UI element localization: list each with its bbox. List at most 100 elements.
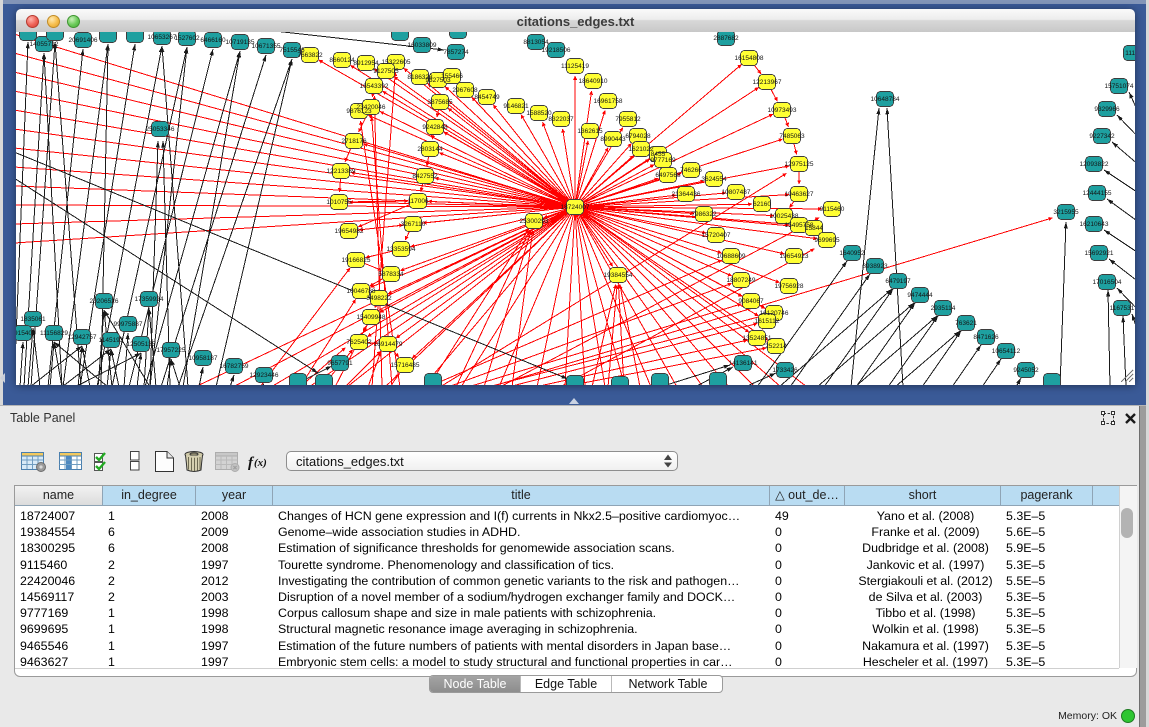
svg-text:17957225: 17957225 [157, 347, 186, 354]
svg-text:8427552: 8427552 [412, 173, 438, 180]
svg-text:20691406: 20691406 [69, 37, 98, 44]
svg-text:9777169: 9777169 [650, 157, 676, 164]
svg-text:10671355: 10671355 [252, 43, 281, 50]
svg-text:2935114: 2935114 [931, 305, 956, 312]
svg-text:10719135: 10719135 [226, 39, 255, 46]
svg-text:15409948: 15409948 [357, 314, 386, 321]
svg-text:15322605: 15322605 [382, 59, 411, 66]
svg-text:3875685: 3875685 [427, 99, 453, 106]
svg-text:10654112: 10654112 [992, 348, 1021, 355]
svg-text:12923446: 12923446 [250, 372, 279, 379]
svg-text:1615112: 1615112 [755, 318, 780, 325]
svg-text:1640952: 1640952 [839, 250, 865, 257]
svg-text:9245052: 9245052 [1013, 367, 1039, 374]
svg-text:10648784: 10648784 [871, 96, 900, 103]
svg-text:14055712: 14055712 [30, 41, 59, 48]
svg-text:12505135: 12505135 [127, 341, 156, 348]
svg-text:16033809: 16033809 [408, 42, 437, 49]
svg-text:2803144: 2803144 [417, 146, 443, 153]
svg-text:3215955: 3215955 [1053, 209, 1079, 216]
svg-text:8990443: 8990443 [600, 136, 626, 143]
svg-text:1733426: 1733426 [772, 367, 798, 374]
svg-text:14136141: 14136141 [729, 360, 758, 367]
svg-text:7857274: 7857274 [443, 49, 469, 56]
svg-text:8322037: 8322037 [548, 116, 574, 123]
svg-text:2967608: 2967608 [452, 87, 478, 94]
svg-text:62160: 62160 [753, 201, 771, 208]
svg-text:10958187: 10958187 [189, 355, 218, 362]
svg-text:7485063: 7485063 [779, 133, 805, 140]
svg-text:16120746: 16120746 [760, 310, 789, 317]
svg-text:19463627: 19463627 [785, 191, 814, 198]
svg-text:9115460: 9115460 [820, 206, 845, 213]
svg-text:12093822: 12093822 [1080, 161, 1109, 168]
svg-text:10025438: 10025438 [770, 213, 799, 220]
svg-text:15692921: 15692921 [1085, 250, 1114, 257]
svg-text:12942757: 12942757 [68, 334, 97, 341]
svg-text:17016504: 17016504 [1093, 279, 1122, 286]
svg-text:8813054: 8813054 [523, 39, 549, 46]
svg-text:10807487: 10807487 [722, 189, 751, 196]
svg-text:10973493: 10973493 [768, 107, 797, 114]
svg-text:7955812: 7955812 [615, 116, 641, 123]
svg-text:8471626: 8471626 [973, 334, 999, 341]
svg-text:7625402: 7625402 [346, 339, 372, 346]
svg-text:15720407: 15720407 [702, 232, 731, 239]
svg-text:9242848: 9242848 [422, 124, 448, 131]
svg-text:16782759: 16782759 [220, 363, 249, 370]
svg-text:10046788: 10046788 [347, 288, 376, 295]
svg-text:18807249: 18807249 [727, 277, 756, 284]
svg-text:18640910: 18640910 [579, 78, 608, 85]
svg-text:9657791: 9657791 [327, 360, 353, 367]
svg-text:763621: 763621 [955, 320, 977, 327]
svg-text:25053346: 25053346 [146, 126, 175, 133]
svg-text:8454749: 8454749 [474, 94, 500, 101]
svg-text:155466: 155466 [441, 73, 463, 80]
svg-text:6466160: 6466160 [200, 37, 226, 44]
svg-text:12975125: 12975125 [785, 161, 814, 168]
svg-text:8938923: 8938923 [862, 263, 888, 270]
svg-text:15844: 15844 [805, 225, 823, 232]
svg-text:25300293: 25300293 [520, 218, 549, 225]
svg-text:12213967: 12213967 [753, 79, 782, 86]
svg-text:12444155: 12444155 [1083, 190, 1112, 197]
svg-text:3498222: 3498222 [366, 295, 392, 302]
svg-text:9329966: 9329966 [1094, 106, 1120, 113]
svg-text:6794028: 6794028 [625, 133, 651, 140]
svg-text:10653267: 10653267 [148, 34, 177, 41]
svg-text:20206526: 20206526 [90, 298, 119, 305]
svg-text:19756928: 19756928 [775, 283, 804, 290]
svg-text:9699695: 9699695 [814, 237, 840, 244]
svg-text:11156829: 11156829 [40, 330, 68, 337]
svg-text:16154808: 16154808 [735, 55, 764, 62]
svg-text:3267110: 3267110 [401, 221, 426, 228]
svg-text:8660124: 8660124 [329, 57, 355, 64]
svg-text:3915401: 3915401 [16, 330, 36, 337]
svg-text:3624554: 3624554 [701, 176, 727, 183]
svg-text:5878334: 5878334 [378, 271, 404, 278]
svg-text:6479197: 6479197 [885, 278, 911, 285]
svg-text:13353594: 13353594 [387, 246, 416, 253]
svg-text:7663822: 7663822 [297, 52, 323, 59]
svg-text:9084067: 9084067 [738, 298, 764, 305]
svg-text:1010755: 1010755 [326, 199, 352, 206]
svg-text:19384554: 19384554 [604, 272, 633, 279]
svg-text:7986322: 7986322 [691, 211, 717, 218]
svg-text:746266: 746266 [680, 167, 702, 174]
svg-text:12213389: 12213389 [327, 168, 356, 175]
svg-text:9227342: 9227342 [1089, 133, 1115, 140]
svg-text:9127505: 9127505 [373, 68, 399, 75]
svg-text:23420046: 23420046 [357, 104, 386, 111]
svg-text:11125419: 11125419 [561, 63, 589, 70]
svg-text:1167531: 1167531 [1110, 305, 1135, 312]
svg-text:99975887: 99975887 [114, 321, 143, 328]
svg-text:16914479: 16914479 [374, 341, 403, 348]
svg-text:1835061: 1835061 [20, 316, 46, 323]
svg-text:(x): (x) [254, 457, 267, 469]
svg-text:1527602: 1527602 [174, 35, 200, 42]
svg-text:19218506: 19218506 [542, 47, 571, 54]
svg-text:19654923: 19654923 [780, 253, 809, 260]
svg-text:15751074: 15751074 [1105, 83, 1134, 90]
svg-text:117006: 117006 [407, 198, 429, 205]
svg-text:10688609: 10688609 [717, 253, 746, 260]
